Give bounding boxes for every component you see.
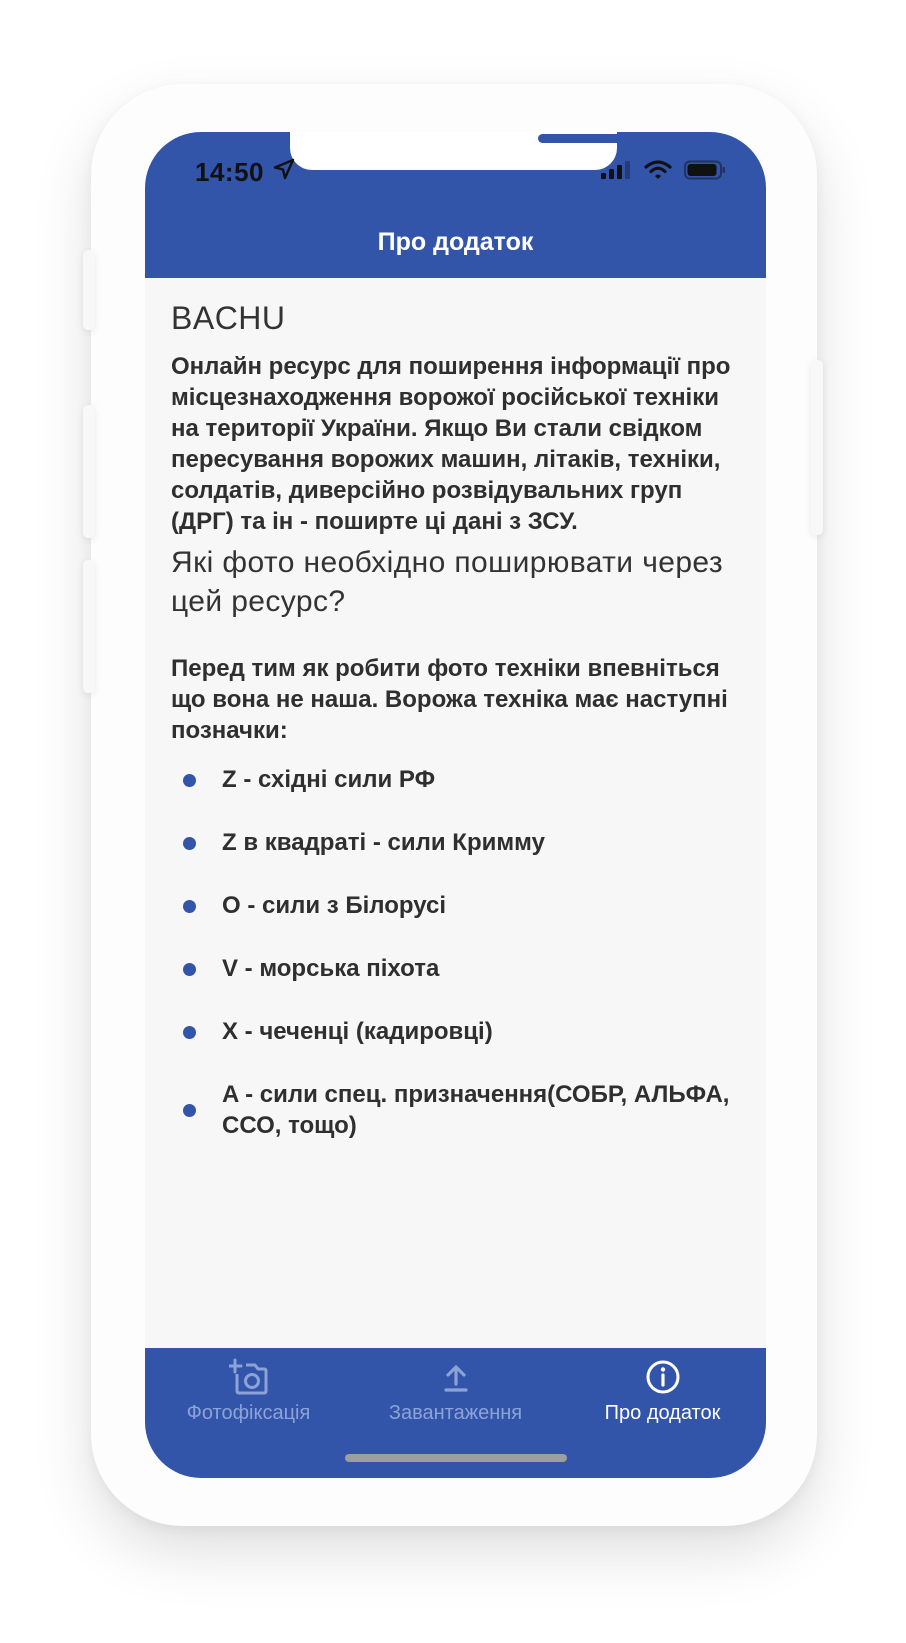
list-item: Z - східні сили РФ	[171, 764, 736, 795]
app-name: BACHU	[171, 300, 286, 336]
tab-upload[interactable]: Завантаження	[352, 1358, 559, 1425]
tab-label: Про додаток	[604, 1402, 721, 1424]
battery-icon	[684, 160, 726, 185]
volume-down-button	[83, 560, 95, 693]
status-time: 14:50	[195, 157, 264, 187]
volume-up-button	[83, 405, 95, 538]
home-indicator[interactable]	[345, 1454, 567, 1462]
mute-switch	[83, 250, 95, 330]
app-screen: 14:50 Про додаток BACHU Онлайн ресурс дл…	[145, 132, 766, 1478]
upload-icon	[352, 1358, 559, 1396]
tab-label: Завантаження	[388, 1402, 523, 1424]
page-title: Про додаток	[377, 228, 534, 256]
cellular-signal-icon	[600, 160, 632, 185]
list-item: O - сили з Білорусі	[171, 890, 736, 921]
markers-list: Z - східні сили РФ Z в квадраті - сили К…	[171, 764, 736, 1141]
list-item: V - морська піхота	[171, 953, 736, 984]
about-content: BACHU Онлайн ресурс для поширення інформ…	[171, 278, 736, 1173]
add-photo-icon	[145, 1358, 352, 1396]
intro-text: Онлайн ресурс для поширення інформації п…	[171, 353, 731, 535]
tab-about[interactable]: Про додаток	[559, 1358, 766, 1425]
list-item: Z в квадраті - сили Кримму	[171, 827, 736, 858]
info-icon	[559, 1358, 766, 1396]
list-item: A - сили спец. призначення(СОБР, АЛЬФА, …	[171, 1079, 736, 1141]
tab-label: Фотофіксація	[186, 1402, 311, 1424]
top-bar: 14:50 Про додаток	[145, 132, 766, 278]
location-arrow-icon	[273, 158, 295, 185]
notch	[290, 132, 662, 170]
speaker-grille	[538, 134, 662, 143]
markers-intro: Перед тим як робити фото техніки впевніт…	[171, 655, 728, 744]
wifi-icon	[644, 160, 672, 185]
power-button	[811, 360, 823, 535]
status-icons	[600, 160, 726, 185]
list-item: X - чеченці (кадировці)	[171, 1016, 736, 1047]
section-heading: Які фото необхідно поширювати через цей …	[171, 546, 723, 618]
tab-photo-capture[interactable]: Фотофіксація	[145, 1358, 352, 1425]
